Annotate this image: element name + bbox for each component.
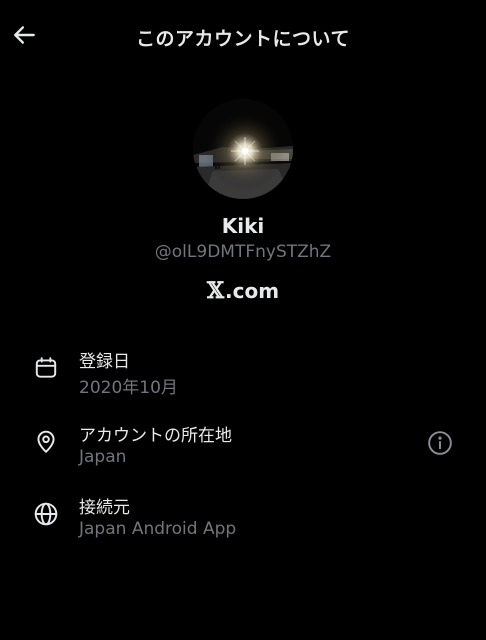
- join-date-row: 登録日 2020年10月: [0, 347, 486, 403]
- top-bar: このアカウントについて: [0, 0, 486, 74]
- brand-domain: .com: [225, 279, 280, 303]
- globe-icon: [31, 499, 61, 529]
- user-handle: @olL9DMTFnySTZhZ: [154, 242, 332, 262]
- join-date-value: 2020年10月: [79, 378, 178, 398]
- page-title: このアカウントについて: [136, 28, 350, 50]
- connected-via-row: 接続元 Japan Android App: [0, 493, 486, 549]
- avatar: [193, 99, 293, 199]
- connected-via-value: Japan Android App: [79, 519, 237, 539]
- info-icon: [427, 430, 453, 460]
- x-brand-logo: 𝕏 .com: [0, 278, 486, 304]
- join-date-label: 登録日: [79, 352, 130, 372]
- connected-via-label: 接続元: [79, 498, 130, 518]
- location-pin-icon: [31, 427, 61, 457]
- account-location-row: アカウントの所在地 Japan: [0, 421, 486, 477]
- display-name: Kiki: [221, 214, 265, 238]
- location-info-button[interactable]: [426, 431, 454, 459]
- account-location-label: アカウントの所在地: [79, 426, 232, 446]
- x-logo-icon: 𝕏: [206, 278, 225, 304]
- calendar-icon: [31, 353, 61, 383]
- account-location-value: Japan: [79, 447, 127, 467]
